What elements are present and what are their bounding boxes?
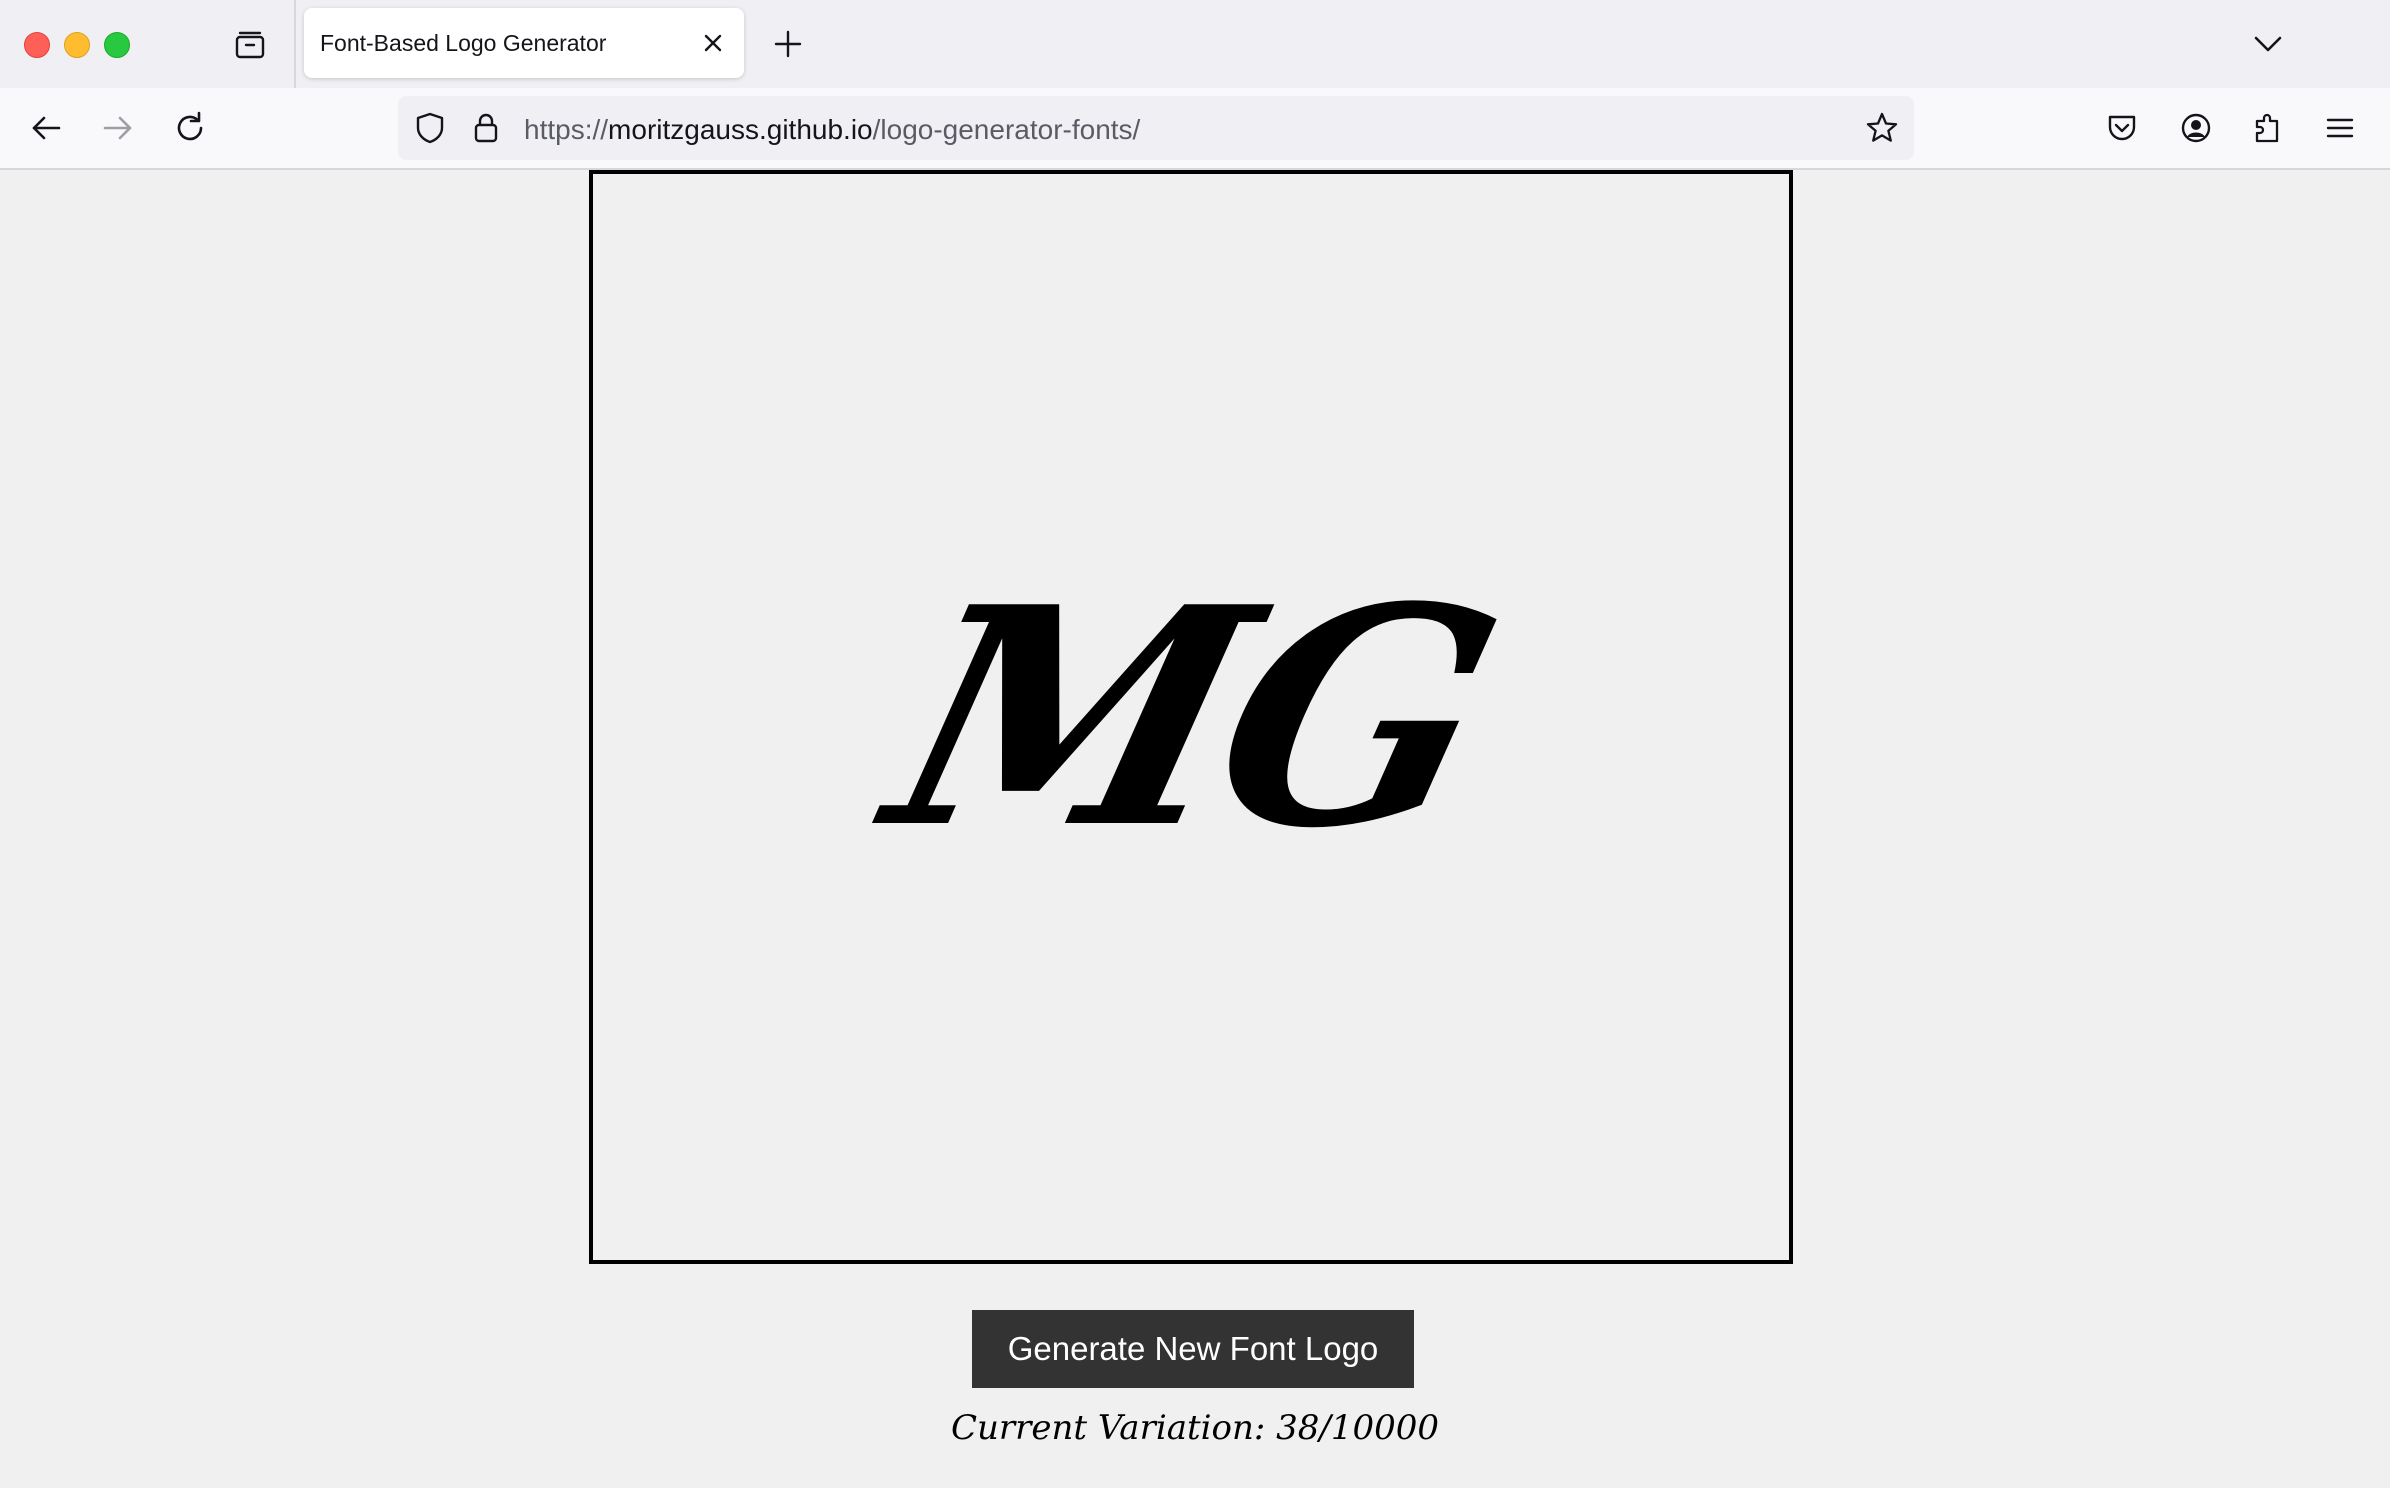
forward-arrow-icon[interactable] — [98, 108, 138, 148]
navigation-bar: https://moritzgauss.github.io/logo-gener… — [0, 88, 2390, 170]
variation-counter: Current Variation: 38/10000 — [950, 1408, 1440, 1448]
url-scheme: https:// — [524, 114, 609, 145]
tab-separator — [294, 0, 296, 88]
tab-title: Font-Based Logo Generator — [320, 30, 607, 56]
url-bar[interactable]: https://moritzgauss.github.io/logo-gener… — [398, 96, 1914, 160]
chevron-down-icon[interactable] — [2252, 30, 2284, 58]
tab-active[interactable]: Font-Based Logo Generator — [304, 8, 744, 78]
bookmark-star-icon[interactable] — [1864, 110, 1900, 146]
back-arrow-icon[interactable] — [26, 108, 66, 148]
tab-bar: Font-Based Logo Generator — [0, 0, 2390, 88]
url-path: /logo-generator-fonts/ — [872, 114, 1141, 145]
tab-list-icon[interactable] — [232, 28, 268, 64]
account-icon[interactable] — [2176, 108, 2216, 148]
minimize-window-button[interactable] — [64, 32, 90, 58]
pocket-icon[interactable] — [2102, 108, 2142, 148]
lock-icon[interactable] — [468, 110, 504, 146]
logo-canvas: MG — [589, 170, 1793, 1264]
reload-icon[interactable] — [170, 108, 210, 148]
close-icon[interactable] — [700, 30, 726, 56]
url-text[interactable]: https://moritzgauss.github.io/logo-gener… — [524, 114, 1140, 146]
new-tab-icon[interactable] — [772, 28, 804, 60]
shield-icon[interactable] — [412, 110, 448, 146]
maximize-window-button[interactable] — [104, 32, 130, 58]
extensions-icon[interactable] — [2248, 108, 2288, 148]
url-host: moritzgauss.github.io — [608, 114, 873, 145]
logo-text: MG — [862, 540, 1520, 894]
menu-icon[interactable] — [2320, 108, 2360, 148]
close-window-button[interactable] — [24, 32, 50, 58]
generate-logo-button[interactable]: Generate New Font Logo — [972, 1310, 1414, 1388]
